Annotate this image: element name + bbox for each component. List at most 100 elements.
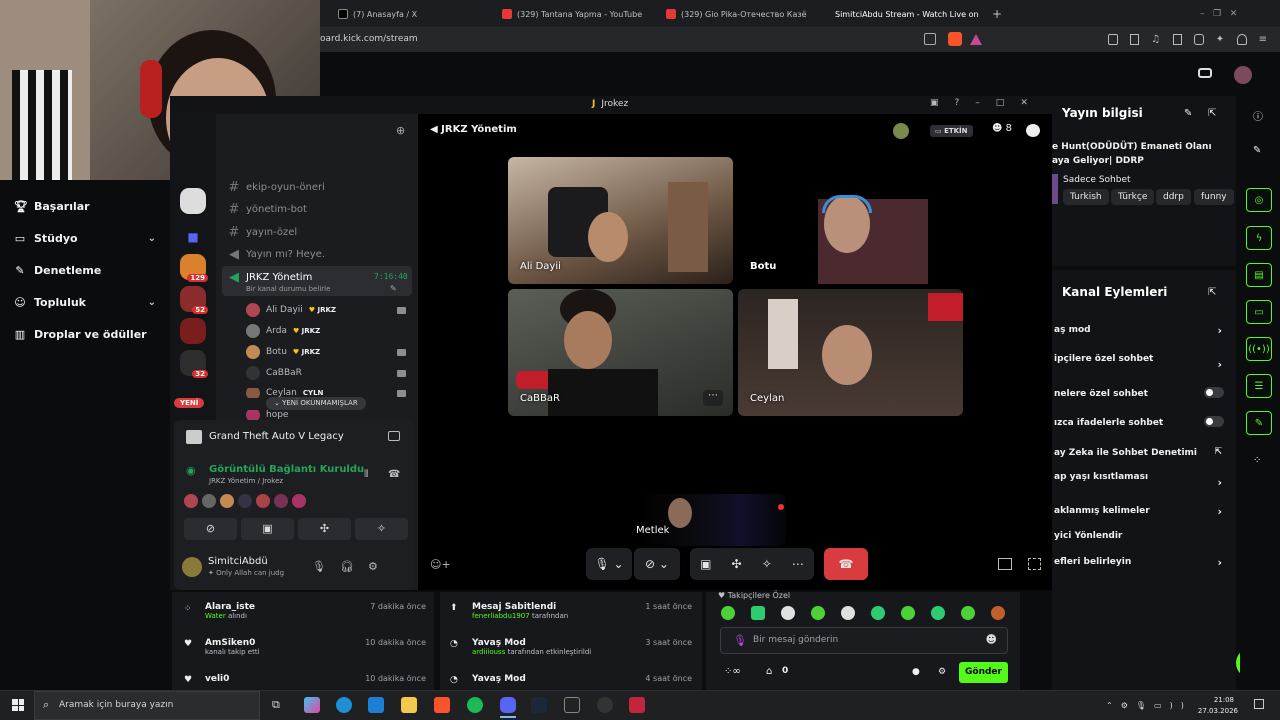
server-icon[interactable]: 32	[180, 350, 208, 378]
stream-tag[interactable]: ddrp	[1156, 189, 1191, 205]
emoji-icon[interactable]: ☻	[986, 633, 997, 646]
spotify-icon[interactable]	[467, 697, 483, 713]
headphones-icon[interactable]: 🎧︎	[340, 560, 354, 573]
toggle-switch[interactable]	[1204, 416, 1224, 427]
server-icon[interactable]	[180, 318, 206, 344]
video-tile[interactable]: Ceylan	[738, 289, 963, 416]
fullscreen-icon[interactable]	[1028, 558, 1041, 570]
avatar[interactable]	[220, 494, 234, 508]
inbox-icon[interactable]: ▣	[930, 98, 939, 108]
share-screen-icon[interactable]: ▣	[700, 557, 711, 571]
emote[interactable]	[811, 606, 825, 620]
avatar[interactable]	[893, 123, 909, 139]
edit-icon[interactable]: ✎	[1184, 108, 1192, 119]
soundboard-icon[interactable]: ✧	[762, 557, 772, 571]
target-icon[interactable]: ◎	[1246, 188, 1272, 212]
brave-rewards-icon[interactable]	[970, 34, 982, 45]
popout-icon[interactable]	[998, 558, 1012, 570]
microphone-icon[interactable]: 🎙︎	[312, 560, 326, 573]
edge-icon[interactable]	[336, 697, 352, 713]
mod-log-item[interactable]: ◔ Yavaş Mod ardiiiouss tarafından etkinle…	[450, 638, 692, 656]
server-icon[interactable]	[180, 188, 206, 214]
close-icon[interactable]: ✕	[1020, 98, 1028, 108]
emote[interactable]	[721, 606, 735, 620]
unread-pill[interactable]: ⌄ YENİ OKUNMAMIŞLAR	[266, 397, 366, 410]
feed-item[interactable]: ♥ veli0 10 dakika önce	[184, 674, 426, 685]
leo-icon[interactable]: ✦	[1216, 34, 1225, 45]
avatar[interactable]	[292, 494, 306, 508]
stream-tag[interactable]: Turkish	[1063, 189, 1109, 205]
text-channel[interactable]: # yönetim-bot	[228, 202, 307, 217]
text-channel[interactable]: # ekip-oyun-öneri	[228, 180, 325, 195]
browser-tab[interactable]: (329) Gio Pika-Отечество Казё	[666, 4, 814, 24]
share-icon[interactable]	[924, 33, 936, 45]
clock-date[interactable]: 27.03.2026	[1196, 707, 1238, 715]
task-view-icon[interactable]: ⧉	[272, 698, 280, 712]
notes-icon[interactable]: ▤	[1246, 263, 1272, 287]
folder-icon[interactable]	[401, 697, 417, 713]
menu-icon[interactable]: ≡	[1259, 34, 1268, 45]
browser-tab[interactable]: (7) Anasayfa / X	[338, 4, 488, 24]
screenshot-icon[interactable]	[1129, 34, 1140, 45]
gear-icon[interactable]: ⚙	[938, 667, 946, 677]
pen-icon[interactable]: ✎	[1253, 145, 1261, 156]
voice-channel[interactable]: ◀ Yayın mı? Heye.	[228, 247, 325, 262]
text-channel[interactable]: # yayın-özel	[228, 225, 298, 240]
server-icon[interactable]: 52	[180, 286, 208, 314]
theater-icon[interactable]	[1198, 68, 1212, 78]
video-tile[interactable]: Metlek	[636, 494, 786, 546]
voice-member[interactable]: Arda ♥ JRKZ	[246, 324, 406, 338]
voice-member[interactable]: hope	[246, 410, 406, 420]
action-subscribers-only[interactable]: nelere özel sohbet	[1054, 387, 1226, 399]
avatar[interactable]	[184, 494, 198, 508]
windows-start-icon[interactable]	[12, 699, 24, 711]
steam-icon[interactable]	[531, 697, 547, 713]
avatar[interactable]	[1234, 66, 1252, 84]
emote[interactable]	[841, 606, 855, 620]
wallet-icon[interactable]	[1194, 34, 1204, 45]
share-screen-icon[interactable]: ▣	[241, 518, 294, 540]
video-tile[interactable]: Ali Dayii	[508, 157, 733, 284]
action-banned-words[interactable]: aklanmış kelimeler ›	[1054, 505, 1226, 518]
info-icon[interactable]: ⓘ	[1253, 108, 1263, 123]
emote[interactable]	[751, 606, 765, 620]
action-ai-moderation[interactable]: ay Zeka ile Sohbet Denetimi ⇱	[1054, 447, 1226, 458]
voice-member[interactable]: CaBBaR	[246, 366, 406, 380]
member-count[interactable]: ☻ 8	[992, 123, 1012, 134]
brave-shield-icon[interactable]	[948, 32, 962, 46]
broadcast-icon[interactable]: ((•))	[1246, 337, 1272, 361]
avatar[interactable]	[202, 494, 216, 508]
add-friend-icon[interactable]: ⊕	[396, 124, 408, 137]
voice-member[interactable]: Ali Dayii ♥ JRKZ	[246, 303, 406, 317]
screen-share-icon[interactable]	[388, 431, 400, 441]
maximize-icon[interactable]: □	[996, 98, 1005, 108]
voice-channel-active[interactable]: ◀ JRKZ Yönetim	[228, 270, 312, 285]
folder-icon[interactable]: ■	[180, 224, 206, 250]
edit-icon[interactable]: ✎	[390, 284, 397, 293]
disconnect-button[interactable]: ☎	[824, 548, 868, 580]
emote[interactable]	[781, 606, 795, 620]
nav-achievements[interactable]: 🏆︎ Başarılar	[14, 200, 90, 213]
stream-tag[interactable]: funny	[1194, 189, 1234, 205]
obs-icon[interactable]	[597, 697, 613, 713]
avatar[interactable]	[274, 494, 288, 508]
browser-tab[interactable]: (329) Tantana Yapma - YouTube	[502, 4, 652, 24]
lightning-icon[interactable]: ϟ	[1246, 226, 1272, 250]
brave-icon[interactable]	[434, 697, 450, 713]
emote[interactable]	[991, 606, 1005, 620]
stream-tag[interactable]: Türkçe	[1111, 189, 1155, 205]
user-name[interactable]: SimitciAbdü	[208, 556, 268, 567]
camera-button[interactable]: ⊘ ⌄	[634, 548, 680, 580]
emote[interactable]	[931, 606, 945, 620]
wrench-icon[interactable]: ✎	[1246, 411, 1272, 435]
avatar[interactable]	[238, 494, 252, 508]
layout-icon[interactable]: ☰	[1246, 374, 1272, 398]
more-icon[interactable]: ⁘	[1253, 455, 1261, 466]
new-tab-icon[interactable]: +	[992, 4, 1004, 24]
soundboard-icon[interactable]: ✧	[355, 518, 408, 540]
extension-icon[interactable]	[1108, 34, 1118, 45]
system-tray-icons[interactable]: ⌃⚙🎙︎▭))	[1106, 701, 1192, 710]
action-account-age[interactable]: ap yaşı kısıtlaması ›	[1054, 472, 1226, 489]
window-controls[interactable]: – ❐ ✕	[1200, 4, 1237, 24]
connection-status[interactable]: Görüntülü Bağlantı Kuruldu	[209, 464, 364, 475]
